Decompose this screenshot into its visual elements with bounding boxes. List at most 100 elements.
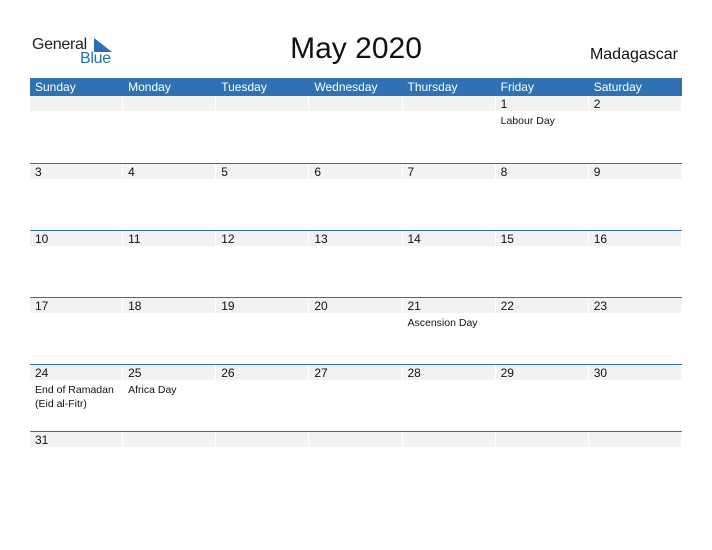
day-number: 24 [35, 366, 49, 380]
day-cell[interactable]: 21 Ascension Day [402, 298, 496, 364]
day-cell[interactable] [402, 432, 496, 451]
day-number: 9 [593, 165, 601, 179]
day-cell[interactable]: 18 [123, 298, 216, 364]
day-number: 15 [500, 232, 514, 246]
day-cell[interactable]: 22 [495, 298, 589, 364]
day-number: 1 [500, 97, 508, 111]
day-cell[interactable]: 12 [216, 231, 309, 297]
day-cell[interactable]: 20 [309, 298, 402, 364]
date-strip [402, 432, 495, 447]
day-number: 30 [593, 366, 608, 380]
day-cell[interactable] [123, 96, 216, 163]
date-strip [30, 164, 123, 179]
day-cell[interactable]: 7 [402, 164, 496, 230]
date-strip [309, 432, 402, 447]
day-cell[interactable]: 1 Labour Day [495, 96, 589, 163]
day-cell[interactable] [30, 96, 123, 163]
weekday-friday: Friday [500, 80, 534, 94]
day-number: 5 [221, 165, 228, 179]
holiday-label: Labour Day [500, 115, 555, 127]
day-cell[interactable]: 6 [309, 164, 402, 230]
day-cell[interactable]: 24 End of Ramadan (Eid al-Fitr) [30, 365, 123, 431]
day-number: 28 [407, 366, 421, 380]
day-number: 17 [35, 299, 49, 313]
date-strip [588, 96, 681, 111]
week-row: 31 [30, 431, 682, 451]
weekday-saturday: Saturday [593, 80, 642, 94]
date-strip [309, 96, 402, 111]
day-cell[interactable]: 5 [216, 164, 309, 230]
day-cell[interactable]: 8 [495, 164, 589, 230]
weekday-wednesday: Wednesday [314, 80, 378, 94]
day-cell[interactable]: 2 [588, 96, 682, 163]
day-number: 8 [500, 165, 508, 179]
day-cell[interactable] [588, 432, 682, 451]
day-cell[interactable]: 27 [309, 365, 402, 431]
date-strip [216, 96, 309, 111]
day-cell[interactable]: 30 [588, 365, 682, 431]
week-row: 17 18 19 20 21 Ascension Day 22 23 [30, 297, 682, 364]
day-cell[interactable]: 3 [30, 164, 123, 230]
date-strip [402, 164, 495, 179]
date-strip [123, 164, 216, 179]
country-label: Madagascar [589, 46, 678, 63]
weekday-tuesday: Tuesday [221, 80, 267, 94]
day-cell[interactable]: 15 [495, 231, 589, 297]
day-cell[interactable]: 16 [588, 231, 682, 297]
date-strip [216, 164, 309, 179]
day-number: 19 [221, 299, 235, 313]
day-number: 2 [593, 97, 601, 111]
day-number: 25 [128, 366, 142, 380]
day-number: 12 [221, 232, 235, 246]
day-cell[interactable]: 9 [588, 164, 682, 230]
day-number: 3 [35, 165, 42, 179]
day-cell[interactable]: 4 [123, 164, 216, 230]
weekday-monday: Monday [128, 80, 171, 94]
day-cell[interactable] [216, 432, 309, 451]
day-cell[interactable] [495, 432, 589, 451]
day-number: 20 [314, 299, 328, 313]
day-cell[interactable]: 10 [30, 231, 123, 297]
date-strip [402, 96, 495, 111]
week-row: 1 Labour Day 2 [30, 96, 682, 163]
day-cell[interactable]: 23 [588, 298, 682, 364]
day-cell[interactable]: 25 Africa Day [123, 365, 216, 431]
date-strip [309, 164, 402, 179]
day-cell[interactable]: 29 [495, 365, 589, 431]
day-cell[interactable]: 28 [402, 365, 496, 431]
day-cell[interactable] [216, 96, 309, 163]
holiday-label: End of Ramadan (Eid al-Fitr) [35, 384, 114, 410]
day-cell[interactable] [309, 432, 402, 451]
day-cell[interactable] [123, 432, 216, 451]
weekday-sunday: Sunday [35, 80, 76, 94]
day-number: 6 [314, 165, 322, 179]
date-strip [216, 432, 309, 447]
day-cell[interactable]: 11 [123, 231, 216, 297]
day-number: 18 [128, 299, 142, 313]
day-number: 29 [500, 366, 514, 380]
day-number: 23 [593, 299, 608, 313]
week-row: 3 4 5 6 7 8 9 [30, 163, 682, 230]
day-cell[interactable] [402, 96, 496, 163]
day-number: 13 [314, 232, 328, 246]
week-row: 24 End of Ramadan (Eid al-Fitr) 25 Africa D… [30, 364, 682, 431]
day-number: 22 [500, 299, 514, 313]
day-number: 26 [221, 366, 235, 380]
date-strip [588, 164, 681, 179]
day-cell[interactable]: 19 [216, 298, 309, 364]
day-cell[interactable]: 31 [30, 432, 123, 451]
day-cell[interactable]: 13 [309, 231, 402, 297]
date-strip [123, 96, 216, 111]
weekday-header: Sunday Monday Tuesday Wednesday Thursday Frid… [30, 78, 682, 96]
day-number: 4 [128, 165, 135, 179]
date-strip [495, 164, 588, 179]
day-cell[interactable]: 14 [402, 231, 496, 297]
day-number: 31 [35, 433, 49, 447]
day-cell[interactable]: 26 [216, 365, 309, 431]
day-cell[interactable] [309, 96, 402, 163]
day-number: 21 [407, 299, 421, 313]
date-strip [123, 432, 216, 447]
weekday-thursday: Thursday [407, 80, 458, 94]
date-strip [495, 96, 588, 111]
day-cell[interactable]: 17 [30, 298, 123, 364]
